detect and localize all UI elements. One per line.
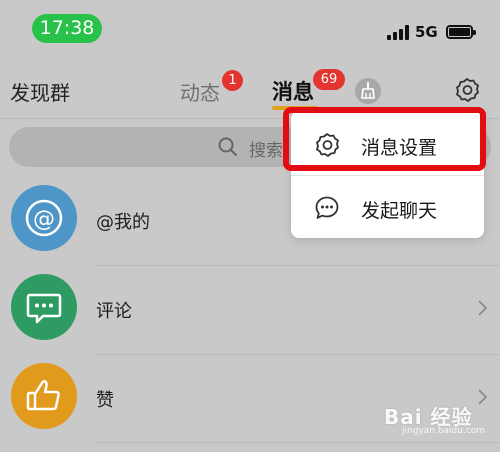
list-item-label: 赞 bbox=[96, 390, 114, 411]
signal-icon bbox=[387, 24, 411, 40]
row-divider bbox=[96, 442, 500, 443]
broom-icon bbox=[361, 82, 375, 99]
svg-text:@: @ bbox=[33, 207, 55, 232]
gear-icon bbox=[456, 78, 479, 102]
search-placeholder: 搜索 bbox=[249, 141, 283, 161]
search-icon bbox=[218, 137, 237, 156]
at-me-avatar: @ bbox=[11, 185, 77, 251]
menu-item-start-chat[interactable]: 发起聊天 bbox=[291, 177, 484, 237]
tab-messages[interactable]: 消息 bbox=[272, 76, 314, 106]
comments-avatar bbox=[11, 274, 77, 340]
tab-messages-badge: 69 bbox=[313, 69, 345, 90]
list-item-label: 评论 bbox=[96, 301, 132, 322]
tab-dynamic[interactable]: 动态 bbox=[180, 77, 220, 106]
chevron-right-icon bbox=[478, 300, 488, 316]
list-item-label: @我的 bbox=[96, 212, 150, 233]
more-settings-button[interactable] bbox=[453, 76, 481, 104]
status-time: 17:38 bbox=[32, 14, 102, 43]
comment-icon bbox=[26, 293, 62, 324]
chat-bubble-icon bbox=[315, 196, 339, 219]
battery-icon bbox=[446, 25, 476, 39]
likes-avatar bbox=[11, 363, 77, 429]
popup-divider bbox=[291, 175, 484, 176]
chevron-right-icon bbox=[478, 389, 488, 405]
discover-group-link[interactable]: 发现群 bbox=[10, 77, 70, 106]
highlight-box bbox=[283, 107, 486, 171]
baidu-watermark-url: jingyan.baidu.com bbox=[402, 426, 486, 436]
at-icon: @ bbox=[25, 199, 63, 237]
menu-item-label: 发起聊天 bbox=[361, 200, 438, 222]
clear-unread-button[interactable] bbox=[355, 78, 381, 104]
tab-dynamic-badge: 1 bbox=[222, 70, 243, 91]
network-type: 5G bbox=[415, 23, 438, 41]
thumbs-up-icon bbox=[26, 379, 60, 411]
